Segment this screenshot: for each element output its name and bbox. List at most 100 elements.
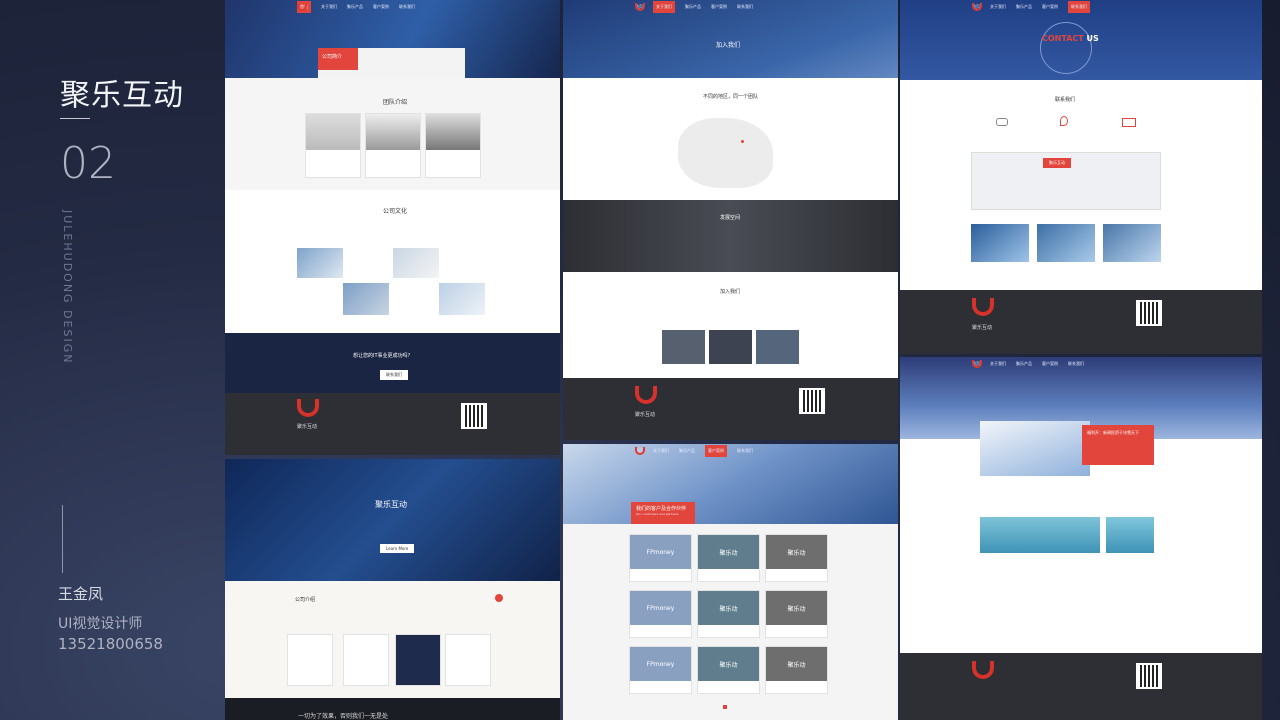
nav-cases[interactable]: 客户案例 xyxy=(1042,361,1058,367)
partner-card[interactable]: 聚乐动 xyxy=(765,646,828,694)
slogan-text: 一切为了效果，否则我们一无是处 xyxy=(298,713,389,720)
office-image xyxy=(1037,224,1095,262)
feature-card[interactable] xyxy=(287,634,333,686)
partner-card[interactable]: 聚乐动 xyxy=(765,534,828,582)
job-card[interactable] xyxy=(756,330,799,364)
china-map xyxy=(678,118,773,188)
nav-contact[interactable]: 联系我们 xyxy=(1068,361,1084,367)
pagination-dot[interactable] xyxy=(723,705,727,709)
column-1: 首页 关于我们 聚乐产品 客户案例 联系我们 公司简介 团队介绍 公司文化 想让… xyxy=(225,0,560,720)
phone-icon xyxy=(996,118,1008,126)
globe-icon xyxy=(1040,22,1092,74)
nav-about[interactable]: 关于我们 xyxy=(321,4,337,10)
article-title: 福利开：新闻投资于冰雪天下 xyxy=(1082,425,1154,465)
column-2: 首页 关于我们 聚乐产品 客户案例 联系我们 加入我们 不同的地区，同一个团队 … xyxy=(563,0,898,720)
slogan-bar xyxy=(225,698,560,720)
cta-banner xyxy=(225,333,560,393)
nav-about[interactable]: 关于我们 xyxy=(990,361,1006,367)
partner-logo: 聚乐动 xyxy=(766,591,827,625)
partner-logo: FPmoney xyxy=(630,591,691,625)
hero-title: 加入我们 xyxy=(716,42,741,49)
culture-title: 公司文化 xyxy=(383,208,408,215)
partner-logo: FPmoney xyxy=(630,647,691,681)
nav-products[interactable]: 聚乐产品 xyxy=(1016,361,1032,367)
culture-image xyxy=(439,283,485,315)
logo-icon xyxy=(972,360,982,368)
news-page: 首页 关于我们 聚乐产品 客户案例 联系我们 福利开：新闻投资于冰雪天下 xyxy=(900,357,1262,720)
nav-products[interactable]: 聚乐产品 xyxy=(685,4,701,10)
home-page: 聚乐互动 Learn More 公司介绍 一切为了效果，否则我们一无是处 xyxy=(225,459,560,720)
culture-image xyxy=(343,283,389,315)
feature-card[interactable] xyxy=(445,634,491,686)
article-photo xyxy=(980,517,1100,553)
join-title: 加入我们 xyxy=(720,289,741,295)
cta-text: 想让您的IT事业更成功吗？ xyxy=(353,353,413,359)
nav-about[interactable]: 关于我们 xyxy=(990,4,1006,10)
join-page: 首页 关于我们 聚乐产品 客户案例 联系我们 加入我们 不同的地区，同一个团队 … xyxy=(563,0,898,440)
location-icon xyxy=(1060,116,1068,126)
partner-card[interactable]: 聚乐动 xyxy=(697,590,760,638)
partner-card[interactable]: FPmoney xyxy=(629,534,692,582)
map-pin-icon xyxy=(741,140,744,143)
team-card xyxy=(425,113,481,178)
nav-cases[interactable]: 客户案例 xyxy=(373,4,389,10)
contact-heading: 联系我们 xyxy=(1055,97,1076,103)
nav-products[interactable]: 聚乐产品 xyxy=(679,448,695,454)
nav-contact[interactable]: 联系我们 xyxy=(399,4,415,10)
partner-logo: FPmoney xyxy=(630,535,691,569)
brand-logo-icon xyxy=(635,386,657,404)
qr-code-icon xyxy=(1136,663,1162,689)
column-3: 首页 关于我们 聚乐产品 客户案例 联系我们 CONTACT US 联系我们 聚… xyxy=(900,0,1262,720)
qr-code-icon xyxy=(799,388,825,414)
partner-title: 我们的客户及合作伙伴 xyxy=(636,506,687,512)
office-image xyxy=(971,224,1029,262)
portfolio-title: 聚乐互动 xyxy=(60,78,184,113)
nav-contact[interactable]: 联系我们 xyxy=(737,4,753,10)
logo-icon xyxy=(635,447,645,455)
nav-products[interactable]: 聚乐产品 xyxy=(347,4,363,10)
office-image xyxy=(1103,224,1161,262)
feature-card[interactable] xyxy=(343,634,389,686)
partner-card[interactable]: 聚乐动 xyxy=(765,590,828,638)
nav-cases[interactable]: 客户案例 xyxy=(711,4,727,10)
article-image xyxy=(980,421,1090,476)
nav-cases[interactable]: 客户案例 xyxy=(1042,4,1058,10)
footer: 聚乐互动 xyxy=(563,378,898,440)
contact-title: CONTACT US xyxy=(1042,34,1099,43)
partner-card[interactable]: FPmoney xyxy=(629,646,692,694)
map-pin-label: 聚乐互动 xyxy=(1043,158,1071,168)
partner-subtitle: Our customers and partners xyxy=(636,512,679,516)
team-card xyxy=(365,113,421,178)
nav-cases[interactable]: 客户案例 xyxy=(705,445,727,457)
nav-about[interactable]: 关于我们 xyxy=(653,1,675,13)
contact-page: 首页 关于我们 聚乐产品 客户案例 联系我们 CONTACT US 联系我们 聚… xyxy=(900,0,1262,354)
page-number: 02 xyxy=(60,138,116,189)
top-nav: 首页 关于我们 聚乐产品 客户案例 联系我们 xyxy=(900,0,1262,14)
partner-card[interactable]: FPmoney xyxy=(629,590,692,638)
cta-button[interactable]: 联系我们 xyxy=(380,370,408,380)
culture-image xyxy=(297,248,343,278)
partner-card[interactable]: 聚乐动 xyxy=(697,534,760,582)
nav-contact[interactable]: 联系我们 xyxy=(1068,1,1090,13)
team-title: 团队介绍 xyxy=(383,99,408,106)
nav-products[interactable]: 聚乐产品 xyxy=(1016,4,1032,10)
partner-card[interactable]: 聚乐动 xyxy=(697,646,760,694)
feature-card[interactable] xyxy=(395,634,441,686)
nav-about[interactable]: 关于我们 xyxy=(653,448,669,454)
mail-icon xyxy=(1122,118,1136,127)
nav-contact[interactable]: 联系我们 xyxy=(737,448,753,454)
job-card[interactable] xyxy=(709,330,752,364)
job-card[interactable] xyxy=(662,330,705,364)
footer: 聚乐互动 xyxy=(900,290,1262,354)
footer-brand: 聚乐互动 xyxy=(297,424,318,430)
about-page: 首页 关于我们 聚乐产品 客户案例 联系我们 公司简介 团队介绍 公司文化 想让… xyxy=(225,0,560,455)
footer xyxy=(900,653,1262,720)
partners-page: 首页 关于我们 聚乐产品 客户案例 联系我们 我们的客户及合作伙伴 Our cu… xyxy=(563,444,898,720)
divider-line xyxy=(62,505,63,573)
partner-logo: 聚乐动 xyxy=(766,647,827,681)
share-icon[interactable] xyxy=(495,594,503,602)
top-nav: 首页 关于我们 聚乐产品 客户案例 联系我们 xyxy=(225,0,560,14)
dev-section xyxy=(563,200,898,272)
learn-more-button[interactable]: Learn More xyxy=(380,544,415,553)
team-card xyxy=(305,113,361,178)
